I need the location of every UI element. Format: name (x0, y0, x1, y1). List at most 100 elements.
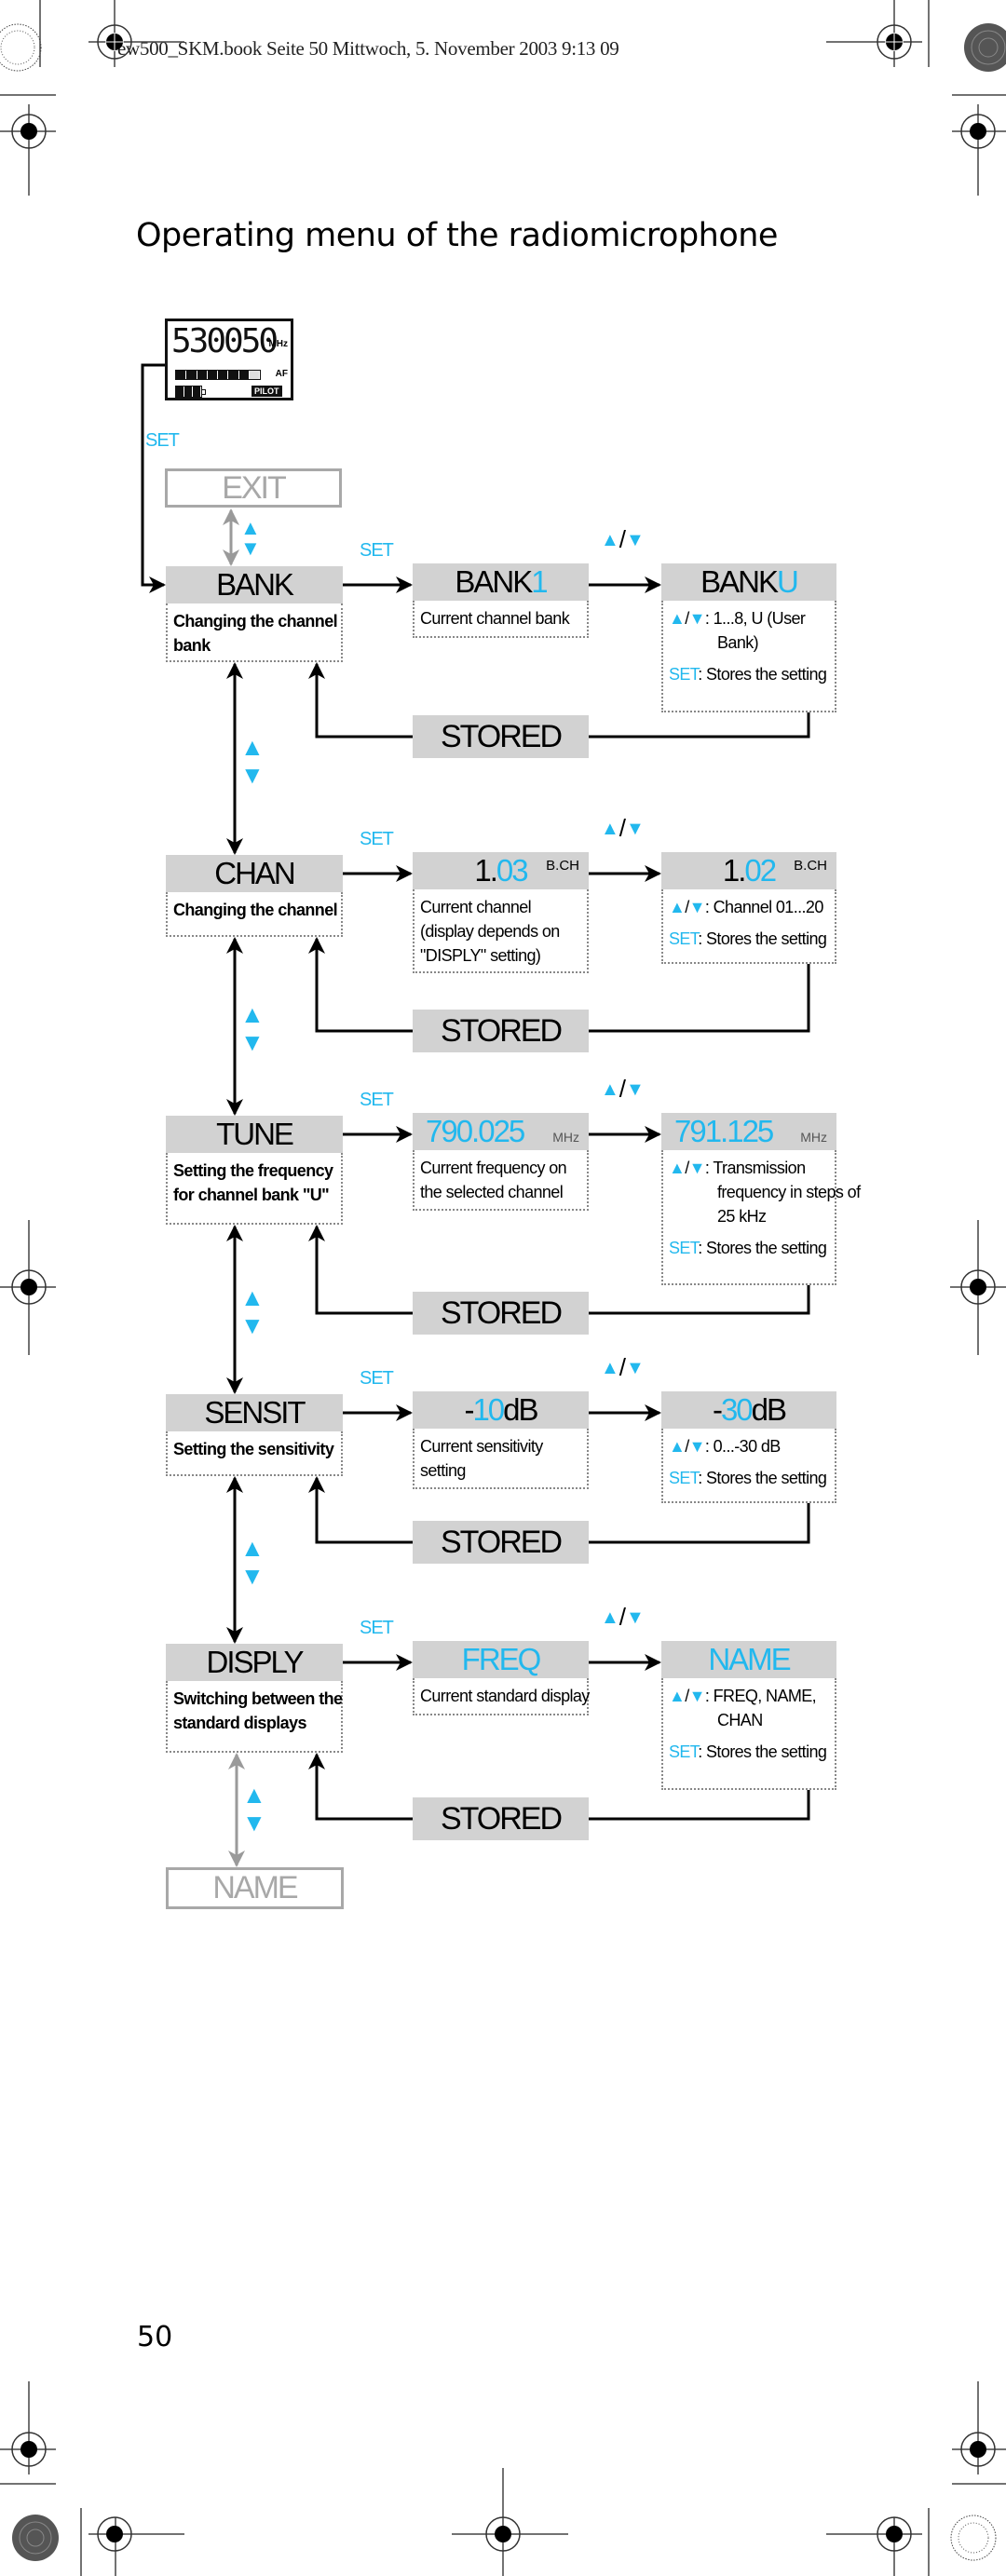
new-value-description: ▲/▼: 0...-30 dB SET: Stores the setting (661, 1429, 836, 1503)
up-down-icon: ▲ ▼ (240, 516, 261, 560)
description-line: bank (173, 636, 211, 655)
menu-item-disply[interactable]: DISPLY (166, 1644, 343, 1681)
updown-line: ▲/▼: 0...-30 dB (669, 1434, 830, 1458)
up-down-icon: ▲ (669, 898, 686, 916)
new-value-description: ▲/▼: FREQ, NAME, CHAN SET: Stores the sett… (661, 1678, 836, 1790)
set-key-label: SET (360, 829, 394, 849)
menu-item-description: Changing the channel (166, 892, 343, 937)
down-icon: ▼ (688, 1159, 706, 1177)
up-down-icon: ▲ ▼ (240, 1534, 265, 1590)
current-value-display: FREQ (413, 1641, 589, 1678)
new-value: U (777, 564, 799, 599)
description-line: "DISPLY" setting) (420, 946, 541, 965)
description-line: Current channel (420, 898, 532, 916)
flow-connectors (141, 363, 810, 1867)
set-key: SET (669, 929, 699, 948)
up-down-icon: ▲ (669, 1159, 686, 1177)
store-note: SET: Stores the setting (669, 1466, 830, 1490)
description-line: standard displays (173, 1714, 306, 1732)
description-line: Changing the channel (173, 612, 338, 630)
stored-confirmation: STORED (413, 1010, 589, 1052)
updown-line: ▲/▼: FREQ, NAME, (669, 1684, 830, 1708)
current-prefix: BANK (455, 564, 533, 599)
menu-item-tune[interactable]: TUNE (166, 1116, 343, 1153)
set-key-label: SET (360, 1090, 394, 1110)
description-text: : 1...8, U (User (704, 609, 806, 628)
store-text: : Stores the setting (698, 1239, 827, 1257)
description-line: Current frequency on (420, 1159, 567, 1177)
menu-item-description: Changing the channel bank (166, 603, 343, 662)
up-down-icon: ▲ ▼ (240, 1283, 265, 1339)
description-line: Setting the sensitivity (173, 1440, 334, 1458)
description-line: Current standard display (420, 1687, 590, 1705)
new-value-description: ▲/▼: 1...8, U (User Bank) SET: Stores the … (661, 601, 836, 712)
exit-menu-item[interactable]: EXIT (165, 468, 342, 508)
description-text: : 0...-30 dB (704, 1437, 781, 1456)
new-value-display: -30 dB (661, 1391, 836, 1429)
connector-arrow (308, 937, 413, 1033)
up-down-keys-icon: ▲/▼ (601, 525, 645, 553)
up-down-keys-icon: ▲/▼ (601, 1353, 645, 1381)
current-unit: B.CH (546, 858, 579, 874)
current-value-description: Current frequency on the selected channel (413, 1150, 589, 1211)
connector-arrow (589, 712, 810, 739)
current-unit: MHz (552, 1130, 579, 1145)
up-down-icon: ▲ ▼ (240, 1000, 265, 1056)
new-suffix: dB (751, 1392, 787, 1427)
down-icon: ▼ (688, 1687, 706, 1705)
updown-line: ▲/▼: Channel 01...20 (669, 895, 830, 919)
connector-arrow (308, 1753, 413, 1821)
new-prefix: 1. (722, 853, 746, 888)
current-prefix: - (464, 1392, 474, 1427)
connector-arrow (589, 1285, 810, 1315)
set-key-label: SET (360, 1618, 394, 1638)
description-line: for channel bank "U" (173, 1186, 330, 1204)
up-down-keys-icon: ▲/▼ (601, 814, 645, 842)
new-unit: MHz (800, 1130, 827, 1145)
description-line: Switching between the (173, 1689, 343, 1708)
store-note: SET: Stores the setting (669, 662, 830, 686)
description-line: (display depends on (420, 922, 560, 941)
current-value-description: Current standard display (413, 1678, 590, 1715)
description-line: CHAN (717, 1711, 763, 1729)
new-value-display: 1. 02 B.CH (661, 852, 836, 889)
new-value-display: 791.125 MHz (661, 1113, 836, 1150)
set-key: SET (669, 1239, 699, 1257)
new-value-description: ▲/▼: Channel 01...20 SET: Stores the sett… (661, 889, 836, 964)
updown-line: ▲/▼: Transmission (669, 1156, 830, 1180)
current-value-display: 1. 03 B.CH (413, 852, 589, 889)
description-line: the selected channel (420, 1183, 564, 1201)
new-value-display: BANK U (661, 563, 836, 601)
current-prefix: 1. (474, 853, 497, 888)
description-line: setting (420, 1461, 466, 1480)
menu-item-sensit[interactable]: SENSIT (166, 1394, 343, 1431)
current-value: FREQ (461, 1642, 542, 1676)
store-note: SET: Stores the setting (669, 1236, 830, 1260)
current-value: 10 (472, 1392, 505, 1427)
store-note: SET: Stores the setting (669, 927, 830, 951)
name-menu-item[interactable]: NAME (166, 1867, 344, 1909)
store-text: : Stores the setting (698, 1469, 827, 1487)
new-prefix: BANK (700, 564, 779, 599)
current-suffix: dB (503, 1392, 538, 1427)
store-text: : Stores the setting (698, 1742, 827, 1761)
connector-arrow (308, 1476, 413, 1544)
up-down-icon: ▲ (669, 1437, 686, 1456)
current-value-display: -10 dB (413, 1391, 589, 1429)
set-key: SET (669, 1742, 699, 1761)
up-down-icon: ▲ ▼ (242, 1781, 266, 1837)
set-key: SET (669, 1469, 699, 1487)
menu-item-description: Switching between the standard displays (166, 1681, 343, 1753)
menu-item-chan[interactable]: CHAN (166, 855, 343, 892)
set-key-label: SET (360, 1368, 394, 1389)
new-value: NAME (708, 1642, 791, 1676)
description-line: Setting the frequency (173, 1161, 333, 1180)
new-value-display: NAME (661, 1641, 836, 1678)
set-key: SET (669, 665, 699, 684)
description-text: : FREQ, NAME, (704, 1687, 817, 1705)
stored-confirmation: STORED (413, 715, 589, 758)
menu-item-bank[interactable]: BANK (166, 566, 343, 603)
up-down-icon: ▲ (669, 609, 686, 628)
page-number: 50 (137, 2321, 173, 2353)
description-line: 25 kHz (717, 1207, 767, 1226)
